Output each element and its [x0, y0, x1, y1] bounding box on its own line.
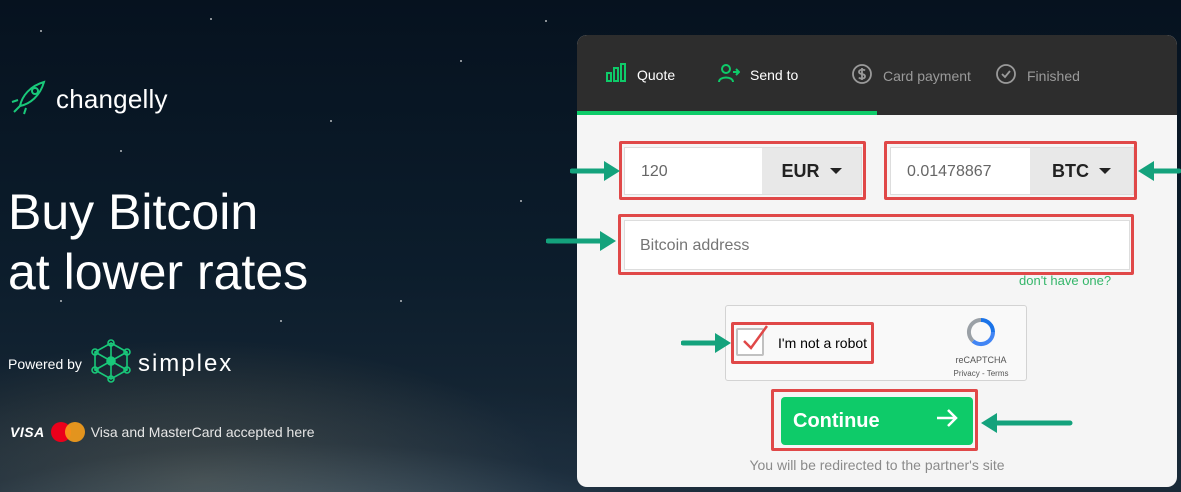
- tab-quote[interactable]: Quote: [605, 63, 675, 86]
- annotation-arrow-icon: [981, 413, 1073, 433]
- step-tabs: Quote Send to Card payment Finished: [577, 35, 1177, 115]
- check-circle-icon: [995, 63, 1017, 88]
- changelly-logo[interactable]: changelly: [8, 76, 168, 123]
- powered-by: Powered by simplex: [8, 338, 233, 389]
- rocket-icon: [8, 76, 50, 123]
- step-progress-bar: [577, 111, 877, 115]
- hero-line-1: Buy Bitcoin: [8, 184, 259, 240]
- visa-logo: VISA: [10, 424, 45, 440]
- no-address-link[interactable]: don't have one?: [1019, 273, 1111, 288]
- highlight-box-captcha: [731, 322, 874, 364]
- tab-card-payment[interactable]: Card payment: [851, 63, 971, 88]
- simplex-logo-icon: [88, 338, 134, 389]
- brand-name: changelly: [56, 84, 168, 114]
- redirect-note: You will be redirected to the partner's …: [749, 457, 1005, 473]
- annotation-arrow-icon: [1138, 161, 1181, 181]
- annotation-arrow-icon: [570, 161, 620, 181]
- user-arrow-icon: [718, 63, 741, 86]
- highlight-box-amount: [619, 141, 866, 200]
- highlight-box-address: [618, 214, 1134, 275]
- recaptcha-brand-text: reCAPTCHA: [955, 355, 1007, 365]
- annotation-arrow-icon: [681, 333, 731, 353]
- simplex-name: simplex: [137, 349, 234, 377]
- hero-line-2: at lower rates: [8, 244, 309, 300]
- tab-finished[interactable]: Finished: [995, 63, 1080, 88]
- hero-title: Buy Bitcoin at lower rates: [8, 182, 308, 302]
- annotation-arrow-icon: [546, 231, 616, 251]
- highlight-box-receive: [884, 141, 1137, 200]
- tab-card-payment-label: Card payment: [883, 67, 971, 84]
- mastercard-icon: [50, 422, 85, 442]
- tab-quote-label: Quote: [637, 66, 676, 83]
- dollar-circle-icon: [851, 63, 873, 88]
- card-acceptance-text: Visa and MasterCard accepted here: [90, 424, 315, 440]
- powered-by-label: Powered by: [8, 355, 82, 372]
- tab-send-to-label: Send to: [750, 66, 799, 83]
- card-acceptance: VISA Visa and MasterCard accepted here: [10, 422, 315, 442]
- highlight-box-continue: [771, 389, 978, 451]
- bar-chart-icon: [605, 63, 627, 86]
- recaptcha-branding: reCAPTCHA Privacy - Terms: [946, 316, 1016, 378]
- tab-finished-label: Finished: [1027, 67, 1080, 84]
- tab-send-to[interactable]: Send to: [718, 63, 798, 86]
- recaptcha-links[interactable]: Privacy - Terms: [946, 369, 1016, 378]
- recaptcha-logo-icon: [965, 317, 997, 352]
